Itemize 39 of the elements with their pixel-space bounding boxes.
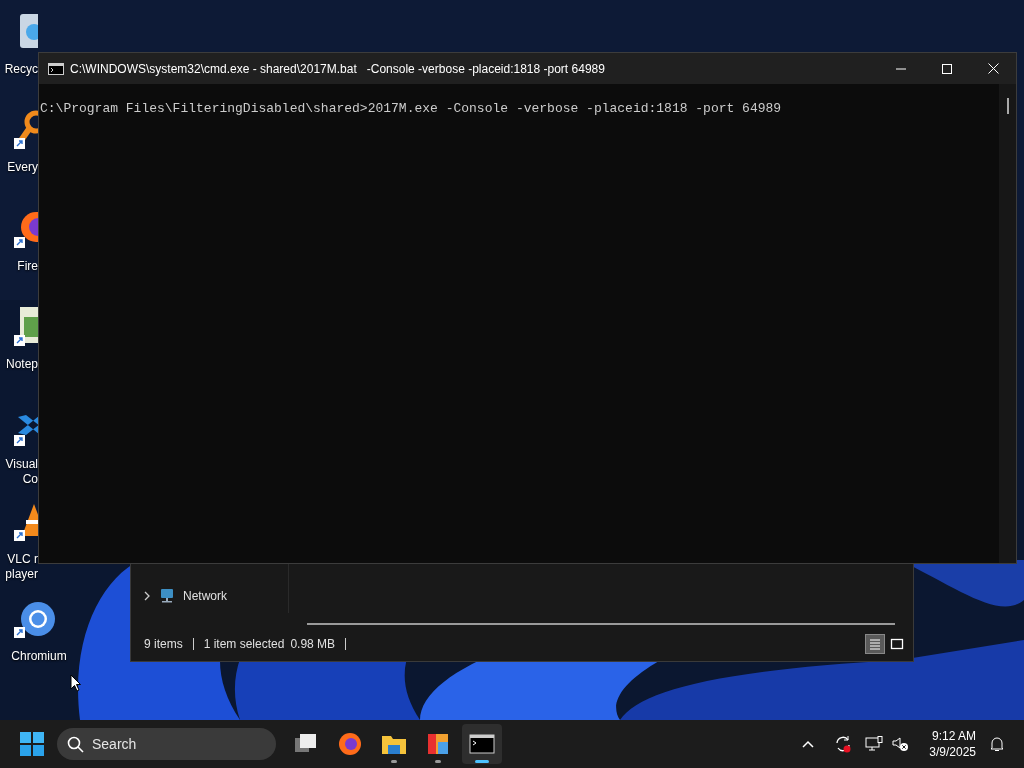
scrollbar[interactable] (307, 623, 895, 625)
console-icon (48, 62, 64, 75)
icon-label: Fire (17, 259, 38, 274)
icon-label: Co (22, 472, 38, 487)
icon-label: VLC r (7, 552, 38, 567)
clock-date: 3/9/2025 (929, 744, 976, 760)
monitor-icon[interactable] (865, 736, 884, 752)
clock-time: 9:12 AM (931, 728, 976, 744)
taskbar-app[interactable] (462, 724, 502, 764)
search-field[interactable]: Search (57, 728, 276, 760)
icon-label: Chromium (10, 649, 68, 664)
window-title: C:\WINDOWS\system32\cmd.exe - shared\2017M.bat -Console -verbose -placeid:1818 -port 64989 (70, 60, 605, 78)
network-icon (159, 588, 175, 604)
icon-label: player (5, 567, 38, 582)
scrollbar[interactable] (999, 84, 1016, 563)
selection-info: 1 item selected (203, 636, 285, 653)
sync-icon[interactable] (834, 735, 853, 753)
item-count: 9 items (144, 636, 183, 653)
icon-label: Visual (5, 457, 38, 472)
chevron-right-icon[interactable] (143, 591, 151, 601)
maximize-icon (942, 63, 952, 74)
close-icon (987, 63, 999, 74)
start-button[interactable] (20, 732, 44, 756)
scroll-thumb[interactable] (1006, 98, 1009, 114)
search-input[interactable]: Search (92, 733, 242, 755)
selection-size: 0.98 MB (290, 636, 336, 653)
console-line: C:\Program Files\FilteringDisabled\shared>2017M.exe -Console -verbose -placeid:1818 -port 64989 (40, 100, 783, 118)
clock[interactable]: 9:12 AM 3/9/2025 (929, 728, 976, 760)
icon-label: Recyc (4, 62, 38, 77)
nav-item[interactable]: Network (183, 587, 227, 605)
speaker-muted-icon[interactable] (892, 736, 910, 752)
notification-bell-icon[interactable] (990, 736, 1004, 752)
chevron-up-icon[interactable] (802, 740, 815, 748)
icon-label: Every (7, 160, 38, 175)
icon-label: Notep (5, 357, 38, 372)
square-icon (889, 636, 905, 652)
search-icon (67, 735, 84, 753)
cursor-icon (70, 674, 81, 692)
list-icon (867, 636, 883, 652)
